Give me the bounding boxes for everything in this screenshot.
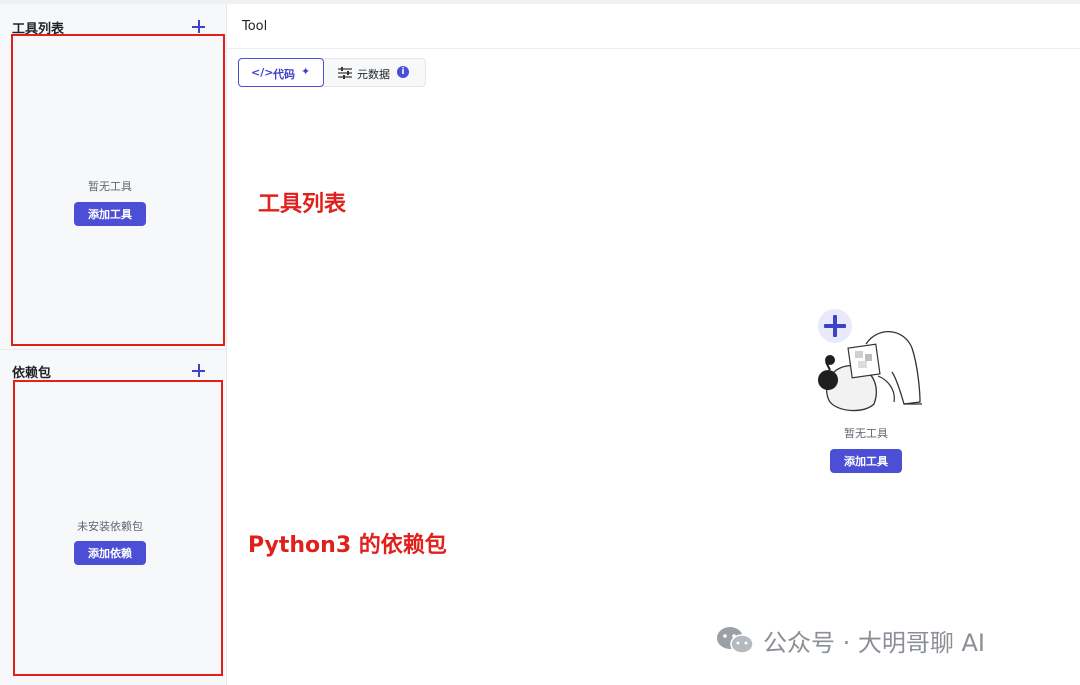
main-empty-text: 暂无工具 [844,427,888,440]
add-dependency-plus-icon[interactable] [190,362,208,380]
main-add-tool-button[interactable]: 添加工具 [830,449,902,473]
empty-state-illustration [818,309,922,412]
editor-tabs: </> 代码 ✦ 元数据 i [238,58,426,87]
section-divider [0,349,226,350]
tools-annotation-label: 工具列表 [258,192,347,217]
watermark-text: 公众号 · 大明哥聊 AI [763,628,986,657]
watermark: 公众号 · 大明哥聊 AI [715,622,985,658]
page-title: Tool [242,19,268,34]
info-badge-icon: i [397,66,409,78]
deps-section-title: 依赖包 [12,366,52,381]
code-icon: </> [251,66,274,79]
header-divider [227,48,1080,49]
wechat-icon [717,627,754,654]
tab-code[interactable]: </> 代码 ✦ [238,58,324,87]
tab-code-label: 代码 [273,68,295,81]
sliders-icon [338,67,352,79]
tab-metadata-label: 元数据 [357,68,390,81]
deps-highlight-box [13,380,223,676]
tools-highlight-box [11,34,225,346]
deps-annotation-label: Python3 的依赖包 [248,533,447,558]
sparkle-icon: ✦ [301,65,311,78]
